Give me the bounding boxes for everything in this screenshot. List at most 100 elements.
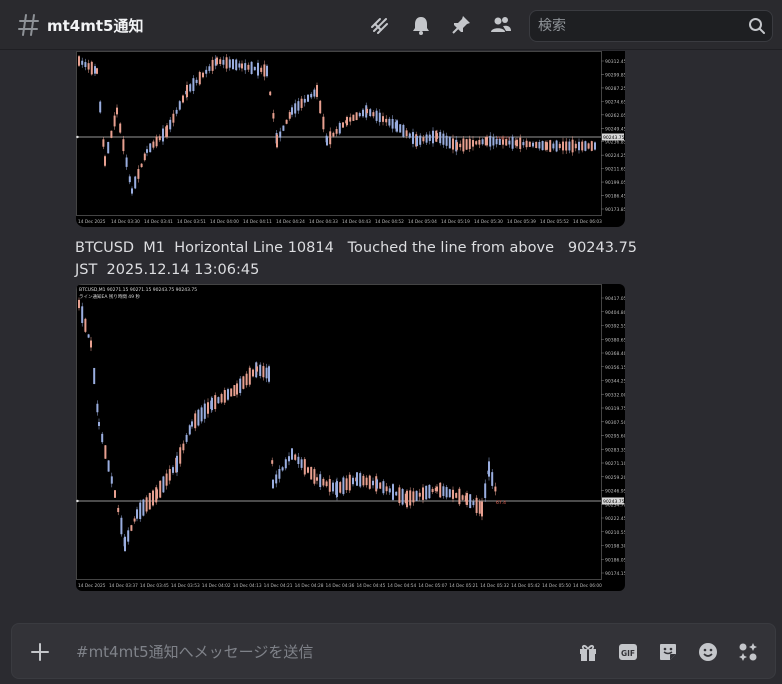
candle [352, 477, 354, 485]
candle [395, 491, 398, 496]
candle [409, 490, 412, 506]
emoji-icon[interactable] [697, 641, 719, 663]
candle [104, 156, 106, 166]
candle [198, 72, 201, 85]
candle [549, 140, 552, 152]
candle [192, 78, 195, 92]
candle [385, 486, 388, 492]
chart-screenshot-1[interactable]: 90312.45 90299.85 90287.25 90274.65 90262.05… [76, 51, 625, 227]
candle [84, 62, 87, 68]
x-tick-label: 14 Dec 05:50 [542, 583, 571, 589]
plus-icon[interactable] [29, 641, 51, 663]
candle [565, 141, 568, 151]
x-tick-label: 14 Dec 05:42 [511, 583, 540, 589]
sticker-icon[interactable] [657, 641, 679, 663]
y-tick-label: 90186.45 [605, 194, 625, 200]
candle [87, 334, 90, 338]
candle [102, 139, 105, 147]
chart-1: 90312.45 90299.85 90287.25 90274.65 90262.05… [76, 51, 625, 225]
candle [475, 497, 478, 513]
candle [182, 95, 184, 103]
apps-icon[interactable] [737, 641, 759, 663]
pin-icon[interactable] [450, 14, 472, 36]
candle [365, 477, 368, 486]
candle [535, 141, 538, 148]
candle [242, 376, 245, 389]
candle [207, 402, 209, 414]
candle [107, 141, 110, 154]
candle [149, 143, 152, 153]
candle [335, 129, 338, 134]
discord-window: mt4mt5通知 90312 [0, 0, 782, 684]
candle [436, 486, 438, 492]
candle [165, 473, 168, 486]
candle [398, 487, 401, 504]
candle [166, 125, 168, 137]
x-tick-label: 14 Dec 06:03 [573, 219, 602, 225]
x-tick-label: 14 Dec 04:36 [326, 583, 355, 589]
x-tick-label: 14 Dec 04:54 [387, 583, 416, 589]
candle [412, 132, 414, 144]
candle [96, 68, 98, 74]
search-box[interactable] [529, 10, 773, 42]
threads-icon[interactable] [369, 14, 391, 36]
gift-icon[interactable] [577, 641, 599, 663]
candle [272, 479, 274, 489]
candle [372, 112, 375, 117]
candle [491, 472, 494, 486]
x-tick-label: 14 Dec 04:24 [276, 219, 305, 225]
candle [125, 157, 128, 167]
candle [418, 492, 421, 497]
candle [431, 488, 434, 493]
x-tick-label: 14 Dec 05:04 [408, 219, 437, 225]
y-tick-label: 90332.00 [605, 392, 625, 398]
x-tick-label: 14 Dec 03:30 [111, 219, 140, 225]
candle [291, 448, 293, 460]
candle [285, 119, 288, 124]
gif-icon[interactable]: GIF [617, 641, 639, 663]
candle [481, 139, 484, 145]
x-tick-label: 14 Dec 04:28 [295, 583, 324, 589]
candle [472, 501, 475, 506]
candle [188, 425, 191, 435]
candle [342, 477, 345, 495]
candle [179, 447, 182, 464]
candle [362, 109, 364, 117]
candle [127, 530, 130, 542]
candle [325, 481, 328, 487]
candle [120, 517, 123, 535]
candle [522, 142, 525, 146]
y-tick-label: 90307.50 [605, 420, 625, 426]
x-tick-label: 14 Dec 04:00 [210, 219, 239, 225]
candle [257, 62, 259, 76]
x-tick-label: 14 Dec 03:51 [177, 219, 206, 225]
candle [307, 94, 309, 102]
y-tick-label: 90246.95 [605, 489, 625, 495]
candle [488, 461, 490, 477]
bell-icon[interactable] [410, 14, 432, 36]
candle [271, 460, 274, 464]
candle [396, 120, 398, 132]
candle [195, 79, 198, 83]
candle [391, 118, 394, 129]
candle [348, 474, 351, 491]
candle [256, 366, 258, 372]
candle [265, 367, 268, 379]
candle [250, 61, 253, 74]
members-icon[interactable] [490, 14, 512, 36]
candle [300, 459, 303, 468]
chart-screenshot-2[interactable]: 90417.05 90404.80 90392.55 90380.65 90368.40… [76, 284, 625, 591]
candle [272, 113, 275, 119]
candle [442, 486, 445, 496]
candle [93, 367, 96, 385]
y-tick-label: 90224.25 [605, 153, 625, 159]
x-tick-label: 14 Dec 04:21 [264, 583, 293, 589]
search-input[interactable] [538, 11, 738, 41]
candle [117, 507, 120, 513]
candle [342, 122, 344, 128]
candle [186, 84, 188, 98]
candle [356, 472, 358, 486]
x-tick-label: 14 Dec 03:45 [140, 583, 169, 589]
message-input[interactable] [76, 638, 556, 666]
candle [425, 134, 428, 143]
